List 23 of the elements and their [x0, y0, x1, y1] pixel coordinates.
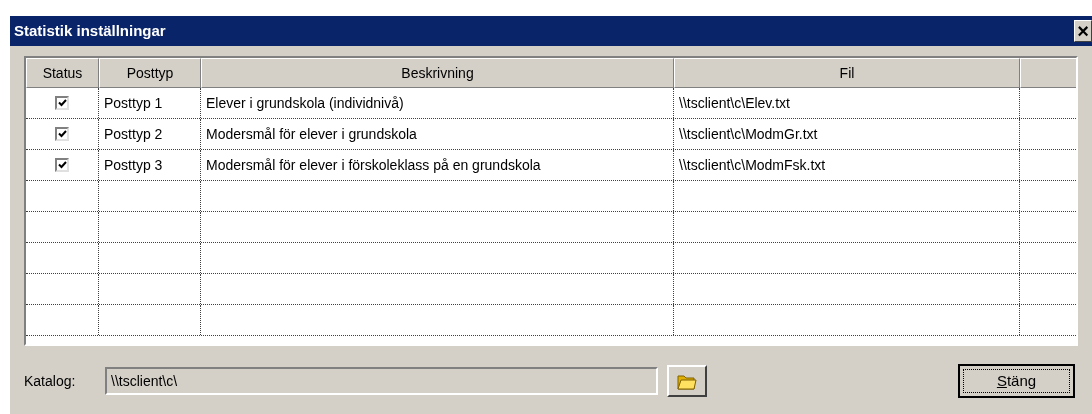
- katalog-label: Katalog:: [24, 371, 77, 391]
- close-button[interactable]: ×: [1074, 20, 1092, 42]
- table-cell: Posttyp 2: [99, 119, 201, 149]
- table-cell: Posttyp 1: [99, 88, 201, 118]
- column-header[interactable]: [1020, 58, 1076, 88]
- table-cell: Modersmål för elever i förskoleklass på en grundskola: [201, 150, 674, 180]
- window-title: Statistik inställningar: [14, 20, 166, 41]
- column-header[interactable]: Beskrivning: [201, 58, 674, 88]
- table-cell: Posttyp 3: [99, 150, 201, 180]
- column-header[interactable]: Posttyp: [99, 58, 201, 88]
- checkbox[interactable]: [55, 158, 69, 172]
- browse-button[interactable]: [667, 365, 707, 397]
- checkbox[interactable]: [55, 96, 69, 110]
- column-header[interactable]: Status: [26, 58, 99, 88]
- katalog-field[interactable]: \\tsclient\c\: [105, 367, 658, 395]
- table-cell: \\tsclient\c\Elev.txt: [674, 88, 1020, 118]
- table-cell: Modersmål för elever i grundskola: [201, 119, 674, 149]
- close-dialog-button[interactable]: Stäng: [958, 364, 1075, 398]
- column-header[interactable]: Fil: [674, 58, 1020, 88]
- table-cell: Elever i grundskola (individnivå): [201, 88, 674, 118]
- table-cell: \\tsclient\c\ModmGr.txt: [674, 119, 1020, 149]
- table-cell: \\tsclient\c\ModmFsk.txt: [674, 150, 1020, 180]
- checkbox[interactable]: [55, 127, 69, 141]
